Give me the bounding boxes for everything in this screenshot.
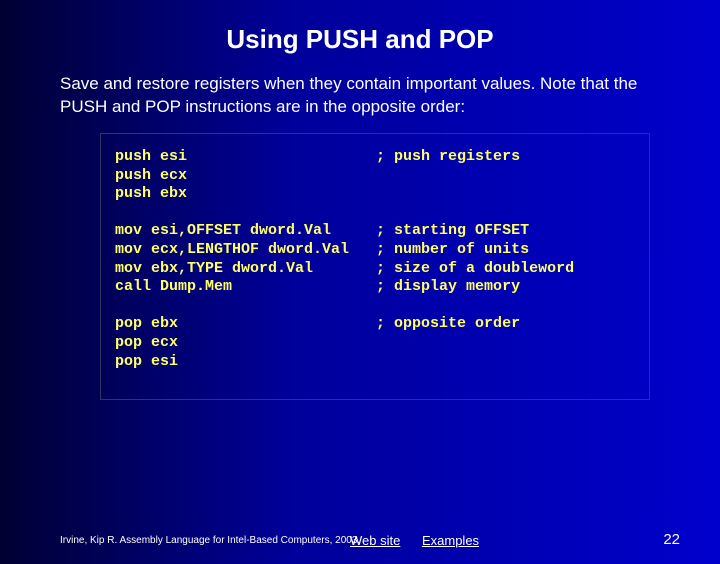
code-line: pop esi (115, 353, 635, 372)
code-box: push esi ; push registers push ecx push … (100, 133, 650, 401)
code-line: push esi ; push registers (115, 148, 635, 167)
footer-citation: Irvine, Kip R. Assembly Language for Int… (60, 535, 360, 546)
code-line: pop ecx (115, 334, 635, 353)
code-line: mov esi,OFFSET dword.Val ; starting OFFS… (115, 222, 635, 241)
code-line: mov ebx,TYPE dword.Val ; size of a doubl… (115, 260, 635, 279)
code-line: mov ecx,LENGTHOF dword.Val ; number of u… (115, 241, 635, 260)
code-line: pop ebx ; opposite order (115, 315, 635, 334)
slide-description: Save and restore registers when they con… (60, 73, 660, 119)
code-line: push ecx (115, 167, 635, 186)
web-site-link[interactable]: Web site (350, 533, 400, 548)
code-block-mov: mov esi,OFFSET dword.Val ; starting OFFS… (115, 222, 635, 297)
footer-links: Web site Examples (350, 533, 497, 548)
examples-link[interactable]: Examples (422, 533, 479, 548)
slide-title: Using PUSH and POP (0, 24, 720, 55)
code-line: call Dump.Mem ; display memory (115, 278, 635, 297)
code-block-pop: pop ebx ; opposite order pop ecx pop esi (115, 315, 635, 371)
code-block-push: push esi ; push registers push ecx push … (115, 148, 635, 204)
code-line: push ebx (115, 185, 635, 204)
